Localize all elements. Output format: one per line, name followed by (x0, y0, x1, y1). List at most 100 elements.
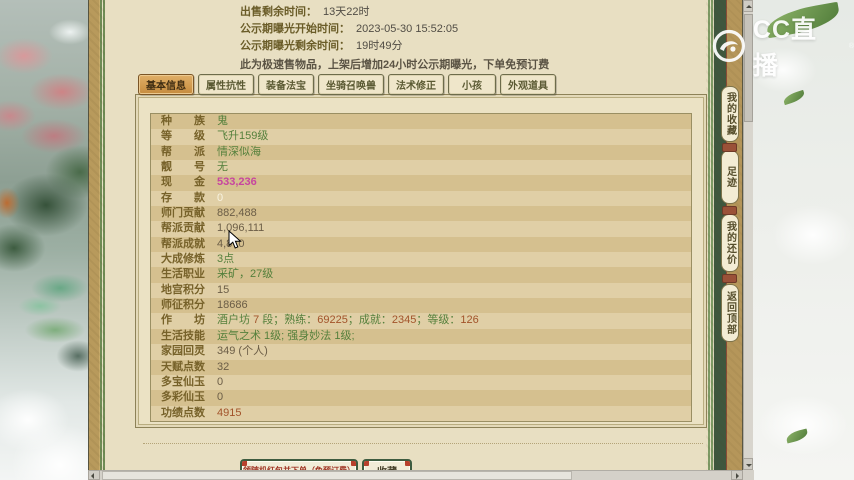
table-row: 靓 号无 (151, 160, 691, 176)
tab-属性抗性[interactable]: 属性抗性 (198, 74, 254, 95)
sale-info-label: 公示期曝光剩余时间： (240, 40, 350, 52)
attr-value-segment: ；等级： (416, 314, 461, 327)
sale-info-value: 13天22时 (323, 6, 370, 18)
attr-label: 存 款 (161, 191, 205, 204)
table-row: 师征积分 18686 (151, 298, 691, 314)
attr-value: 4,870 (217, 237, 691, 252)
table-row: 存 款 0 (151, 190, 691, 207)
cc-logo-icon (712, 29, 746, 63)
attr-value: 349 (个人) (217, 345, 268, 358)
attr-label: 多彩仙玉 (161, 391, 205, 404)
attr-label: 作 坊 (161, 314, 205, 327)
watermark-reg-mark: ® (848, 42, 854, 50)
attr-value: 4915 (217, 406, 242, 419)
sale-info-line: 公示期曝光剩余时间： 19时49分 (240, 38, 458, 55)
attr-label: 多宝仙玉 (161, 375, 205, 388)
table-row: 帮 派情深似海 (151, 144, 691, 161)
side-nav-separator (722, 274, 737, 283)
vertical-scrollbar[interactable] (743, 0, 753, 480)
tab-外观道具[interactable]: 外观道具 (500, 74, 556, 95)
sale-info-line: 公示期曝光开始时间： 2023-05-30 15:52:05 (240, 21, 458, 38)
attr-value-segment: 段；熟练： (259, 314, 318, 327)
attr-value: 18686 (217, 299, 248, 312)
attr-label: 现 金 (161, 176, 205, 189)
attr-label: 帮派贡献 (161, 222, 205, 235)
attr-value-segment: 2345 (391, 314, 417, 327)
attr-value: 3点 (217, 253, 235, 266)
horizontal-scrollbar[interactable] (88, 470, 743, 480)
table-row: 生活技能 运气之术 1级; 强身妙法 1级; (151, 328, 691, 345)
horizontal-scroll-thumb[interactable] (102, 471, 572, 480)
attr-value: 15 (217, 283, 230, 296)
tab-装备法宝[interactable]: 装备法宝 (258, 74, 314, 95)
attr-value: 0 (217, 191, 224, 204)
side-nav-我的还价[interactable]: 我的还价 (721, 214, 739, 272)
table-row: 地宫积分 15 (151, 282, 691, 299)
tab-坐骑召唤兽[interactable]: 坐骑召唤兽 (318, 74, 384, 95)
attr-label: 帮 派 (161, 145, 205, 158)
attr-value: 882,488 (217, 207, 257, 220)
left-arrow-icon (91, 473, 94, 479)
down-arrow-icon (746, 464, 752, 467)
attr-label: 生活技能 (161, 329, 205, 342)
tab-法术修正[interactable]: 法术修正 (388, 74, 444, 95)
attr-label: 地宫积分 (161, 283, 205, 296)
scroll-right-button[interactable] (731, 470, 743, 480)
attr-value: 采矿，27级 (217, 268, 274, 281)
item-detail-content: 出售剩余时间： 13天22时公示期曝光开始时间： 2023-05-30 15:52:… (105, 0, 707, 480)
scroll-left-button[interactable] (88, 470, 100, 480)
attr-value: 32 (217, 360, 230, 373)
cc-livestream-watermark: CC直播 ® (711, 16, 854, 80)
attr-value: 533,236 (217, 176, 257, 189)
fantasy-landscape-artwork (0, 0, 88, 480)
side-nav-足迹[interactable]: 足迹 (721, 150, 739, 204)
sale-info-value: 2023-05-30 15:52:05 (356, 23, 459, 35)
table-row: 天赋点数 32 (151, 359, 691, 375)
attr-label: 等 级 (161, 130, 205, 143)
table-row: 师门贡献 882,488 (151, 206, 691, 222)
attr-label: 大成修炼 (161, 253, 205, 266)
attr-label: 靓 号 (161, 161, 205, 174)
attr-value-segment: 69225 (317, 314, 348, 327)
right-arrow-icon (736, 473, 739, 479)
side-nav-返回顶部[interactable]: 返回顶部 (721, 284, 739, 342)
table-row: 家园回灵 349 (个人) (151, 344, 691, 360)
scroll-up-button[interactable] (743, 0, 753, 12)
sale-info-block: 出售剩余时间： 13天22时公示期曝光开始时间： 2023-05-30 15:52:… (240, 4, 458, 55)
frame-left-border (88, 0, 105, 480)
attr-label: 帮派成就 (161, 237, 205, 250)
tab-小孩[interactable]: 小孩 (448, 74, 496, 95)
attr-value: 酒户坊 7 段；熟练：69225；成就：2345；等级：126 (217, 313, 691, 328)
sale-info-value: 19时49分 (356, 40, 403, 52)
table-row: 功绩点数 4915 (151, 405, 691, 421)
attr-value-segment: 126 (460, 314, 479, 327)
up-arrow-icon (746, 5, 752, 8)
side-nav-separator (722, 143, 737, 152)
attr-value: 情深似海 (217, 145, 261, 158)
attr-value: 0 (217, 375, 224, 388)
side-nav-separator (722, 206, 737, 215)
attr-label: 师征积分 (161, 299, 205, 312)
attr-value: 1,096,111 (217, 222, 265, 235)
table-row: 大成修炼 3点 (151, 252, 691, 268)
table-row: 现 金 533,236 (151, 175, 691, 191)
scrollbar-corner (743, 470, 754, 480)
attr-label: 师门贡献 (161, 207, 205, 220)
tab-基本信息[interactable]: 基本信息 (138, 74, 194, 95)
table-row: 生活职业 采矿，27级 (151, 267, 691, 283)
attribute-table: 种 族鬼等 级飞升159级帮 派情深似海靓 号无现 金 533,236 存 款 0 师门… (150, 113, 692, 422)
side-nav-我的收藏[interactable]: 我的收藏 (721, 86, 739, 142)
cbg-character-page: { "watermark": { "text": "CC直播", "reg": … (0, 0, 854, 480)
attr-label: 生活职业 (161, 268, 205, 281)
table-row: 种 族鬼 (151, 114, 691, 130)
attr-value-segment: ；成就： (347, 314, 392, 327)
sale-info-label: 出售剩余时间： (240, 6, 317, 18)
scroll-down-button[interactable] (743, 458, 753, 470)
watermark-text: CC直播 (752, 16, 818, 80)
attr-label: 功绩点数 (161, 406, 205, 419)
table-row: 多宝仙玉 0 (151, 374, 691, 391)
sale-info-line: 出售剩余时间： 13天22时 (240, 4, 458, 21)
table-row: 等 级飞升159级 (151, 129, 691, 145)
attr-value: 无 (217, 161, 228, 174)
basic-info-panel: 种 族鬼等 级飞升159级帮 派情深似海靓 号无现 金 533,236 存 款 0 师门… (135, 94, 707, 428)
